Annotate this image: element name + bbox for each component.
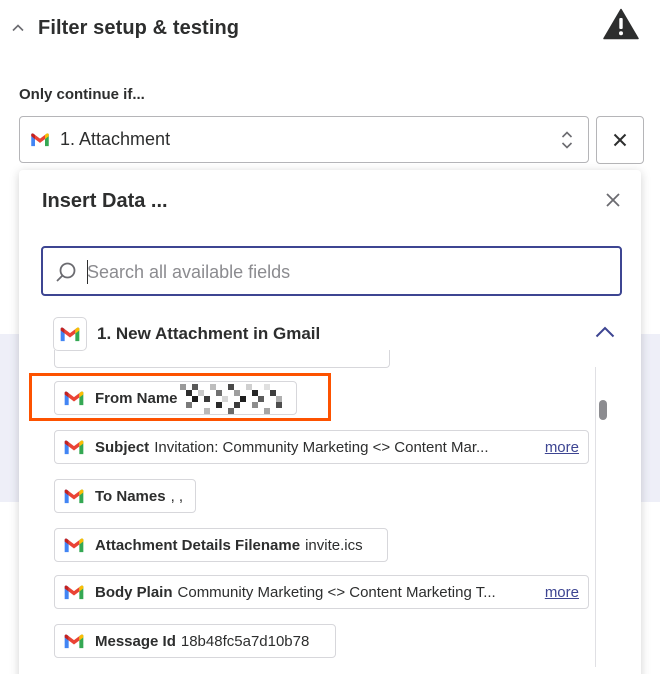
panel-title: Insert Data ... [42,190,168,212]
more-link[interactable]: more [542,584,579,601]
section-title: Filter setup & testing [38,16,240,39]
close-icon [613,133,627,147]
chevron-up-icon[interactable] [595,325,615,339]
field-value: invite.ics [305,536,363,554]
search-box[interactable] [41,246,622,296]
section-header[interactable]: Filter setup & testing [12,14,239,42]
chevron-up-icon[interactable] [12,22,24,34]
field-select[interactable]: 1. Attachment [19,116,589,163]
field-value: Community Marketing <> Content Marketing… [177,583,496,601]
field-row-message-id[interactable]: Message Id 18b48fc5a7d10b78 [54,624,336,658]
scrollbar-thumb[interactable] [599,400,607,420]
search-icon [56,262,76,282]
field-row-attachment-filename[interactable]: Attachment Details Filename invite.ics [54,528,388,562]
field-label: Body Plain [95,583,173,601]
field-value: 18b48fc5a7d10b78 [180,632,310,650]
scrollbar-track[interactable] [595,367,596,667]
only-continue-label: Only continue if... [19,86,145,103]
field-value: Invitation: Community Marketing <> Conte… [154,438,489,456]
more-link[interactable]: more [542,439,579,456]
warning-icon [603,8,639,40]
clear-filter-button[interactable] [596,116,644,164]
field-label: Message Id [95,632,176,650]
gmail-step-header[interactable]: 1. New Attachment in Gmail [53,317,615,351]
field-row-to-names[interactable]: To Names , , [54,479,196,513]
gmail-icon [63,633,85,649]
text-caret [87,260,88,284]
gmail-icon [63,537,85,553]
close-icon[interactable] [605,192,621,208]
gmail-app-tile [53,317,87,351]
gmail-icon [59,326,81,342]
updown-chevron-icon [561,131,573,149]
field-label: Subject [95,438,150,456]
group-title: 1. New Attachment in Gmail [97,324,321,343]
list-item[interactable] [54,350,390,368]
gmail-icon [63,488,85,504]
gmail-icon [63,584,85,600]
select-value: 1. Attachment [60,129,171,149]
gmail-icon [30,132,50,147]
field-label: To Names [95,487,166,505]
field-row-subject[interactable]: Subject Invitation: Community Marketing … [54,430,589,464]
highlight-box [29,373,331,421]
field-row-body-plain[interactable]: Body Plain Community Marketing <> Conten… [54,575,589,609]
insert-data-panel: Insert Data ... 1. New Attachment in Gma… [19,170,641,674]
gmail-icon [63,439,85,455]
field-value: , , [170,487,184,505]
search-input[interactable] [87,258,607,286]
field-label: Attachment Details Filename [95,536,301,554]
